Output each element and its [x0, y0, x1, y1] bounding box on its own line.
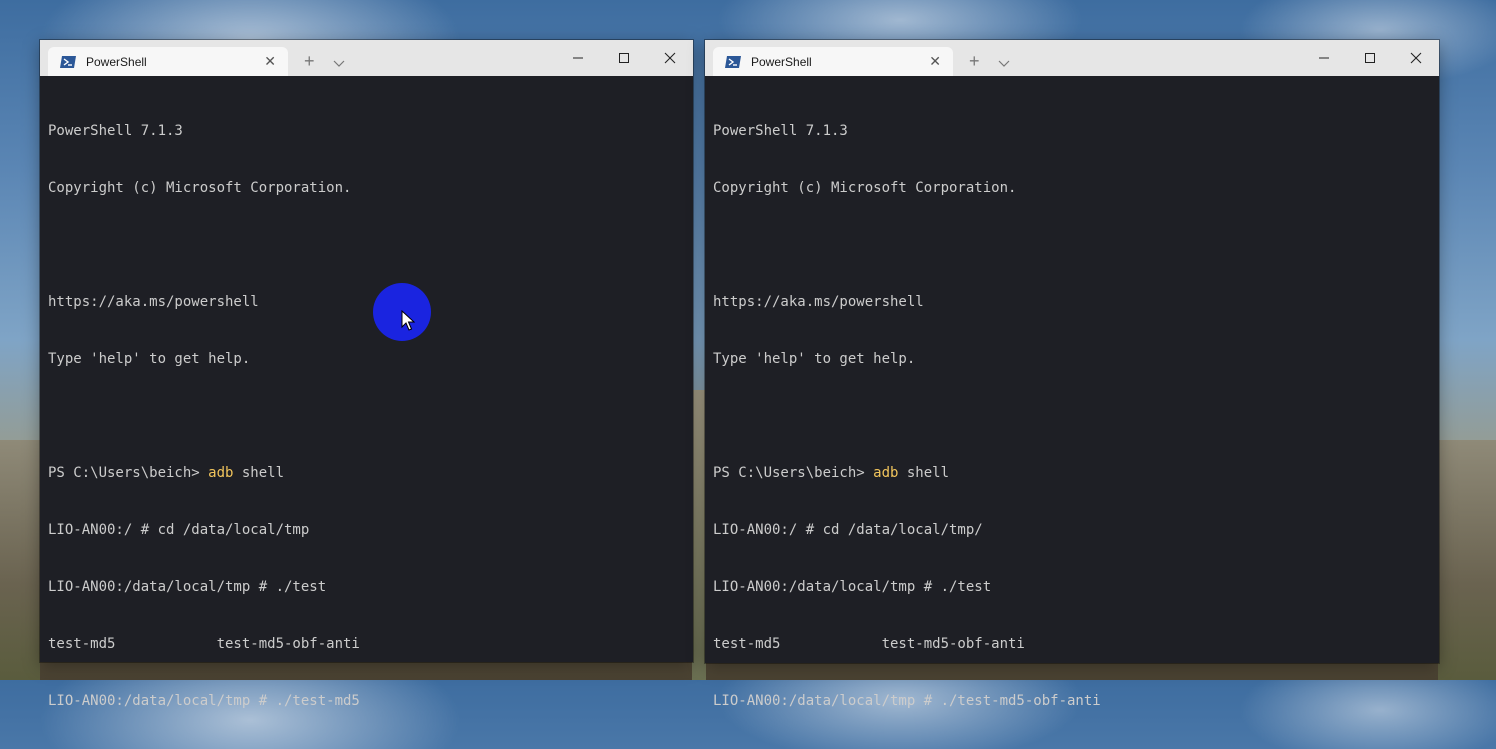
tab-powershell[interactable]: PowerShell ✕ [713, 47, 953, 76]
powershell-icon [725, 55, 741, 68]
terminal-line: LIO-AN00:/data/local/tmp # ./test-md5-ob… [713, 693, 1101, 709]
terminal-line: Copyright (c) Microsoft Corporation. [713, 180, 1017, 196]
terminal-line: LIO-AN00:/data/local/tmp # ./test [48, 579, 327, 595]
terminal-line: LIO-AN00:/ # cd /data/local/tmp/ [713, 522, 983, 538]
close-window-button[interactable] [1393, 40, 1439, 76]
close-icon [664, 52, 676, 64]
powershell-icon [60, 55, 76, 68]
powershell-window-left[interactable]: PowerShell ✕ + PowerShell 7.1.3 Copyrigh… [40, 40, 693, 709]
wallpaper-rocks-left [0, 440, 40, 680]
terminal-line: https://aka.ms/powershell [713, 294, 924, 310]
prompt-line: PS C:\Users\beich> adb shell [713, 464, 1439, 483]
maximize-icon [1365, 53, 1375, 63]
mouse-pointer-icon [401, 310, 415, 331]
wallpaper-rocks-right [1438, 440, 1496, 680]
chevron-down-icon[interactable] [333, 60, 345, 68]
terminal-line: https://aka.ms/powershell [48, 294, 259, 310]
minimize-button[interactable] [1301, 40, 1347, 76]
terminal-line: LIO-AN00:/data/local/tmp # ./test-md5 [48, 693, 360, 709]
window-controls [1301, 40, 1439, 76]
close-tab-icon[interactable]: ✕ [929, 54, 941, 68]
maximize-icon [619, 53, 629, 63]
prompt-line: PS C:\Users\beich> adb shell [48, 464, 693, 483]
terminal-line: Type 'help' to get help. [713, 351, 916, 367]
minimize-icon [573, 57, 583, 59]
wallpaper-rocks-middle [692, 390, 706, 680]
prompt-command: adb [873, 465, 899, 481]
new-tab-button[interactable]: + [969, 52, 980, 70]
terminal-output[interactable]: PowerShell 7.1.3 Copyright (c) Microsoft… [40, 76, 693, 749]
prompt-args: shell [233, 465, 285, 481]
maximize-button[interactable] [601, 40, 647, 76]
new-tab-button[interactable]: + [304, 52, 315, 70]
terminal-line: LIO-AN00:/data/local/tmp # ./test [713, 579, 992, 595]
powershell-window-right[interactable]: PowerShell ✕ + PowerShell 7.1.3 Copyrigh… [705, 40, 1439, 709]
terminal-line: PowerShell 7.1.3 [713, 123, 848, 139]
tab-powershell[interactable]: PowerShell ✕ [48, 47, 288, 76]
minimize-button[interactable] [555, 40, 601, 76]
terminal-line: test-md5 test-md5-obf-anti [48, 636, 360, 652]
terminal-output[interactable]: PowerShell 7.1.3 Copyright (c) Microsoft… [705, 76, 1439, 749]
prompt-args: shell [898, 465, 950, 481]
window-controls [555, 40, 693, 76]
tab-title: PowerShell [751, 54, 812, 69]
chevron-down-icon[interactable] [998, 60, 1010, 68]
close-window-button[interactable] [647, 40, 693, 76]
prompt-path: PS C:\Users\beich> [713, 465, 874, 481]
minimize-icon [1319, 57, 1329, 59]
terminal-line: test-md5 test-md5-obf-anti [713, 636, 1025, 652]
prompt-command: adb [208, 465, 234, 481]
title-bar[interactable]: PowerShell ✕ + [40, 40, 693, 76]
title-bar[interactable]: PowerShell ✕ + [705, 40, 1439, 76]
tab-title: PowerShell [86, 54, 147, 69]
close-icon [1410, 52, 1422, 64]
prompt-path: PS C:\Users\beich> [48, 465, 209, 481]
terminal-line: PowerShell 7.1.3 [48, 123, 183, 139]
terminal-line: Copyright (c) Microsoft Corporation. [48, 180, 352, 196]
maximize-button[interactable] [1347, 40, 1393, 76]
terminal-line: LIO-AN00:/ # cd /data/local/tmp [48, 522, 310, 538]
close-tab-icon[interactable]: ✕ [264, 54, 276, 68]
terminal-line: Type 'help' to get help. [48, 351, 251, 367]
